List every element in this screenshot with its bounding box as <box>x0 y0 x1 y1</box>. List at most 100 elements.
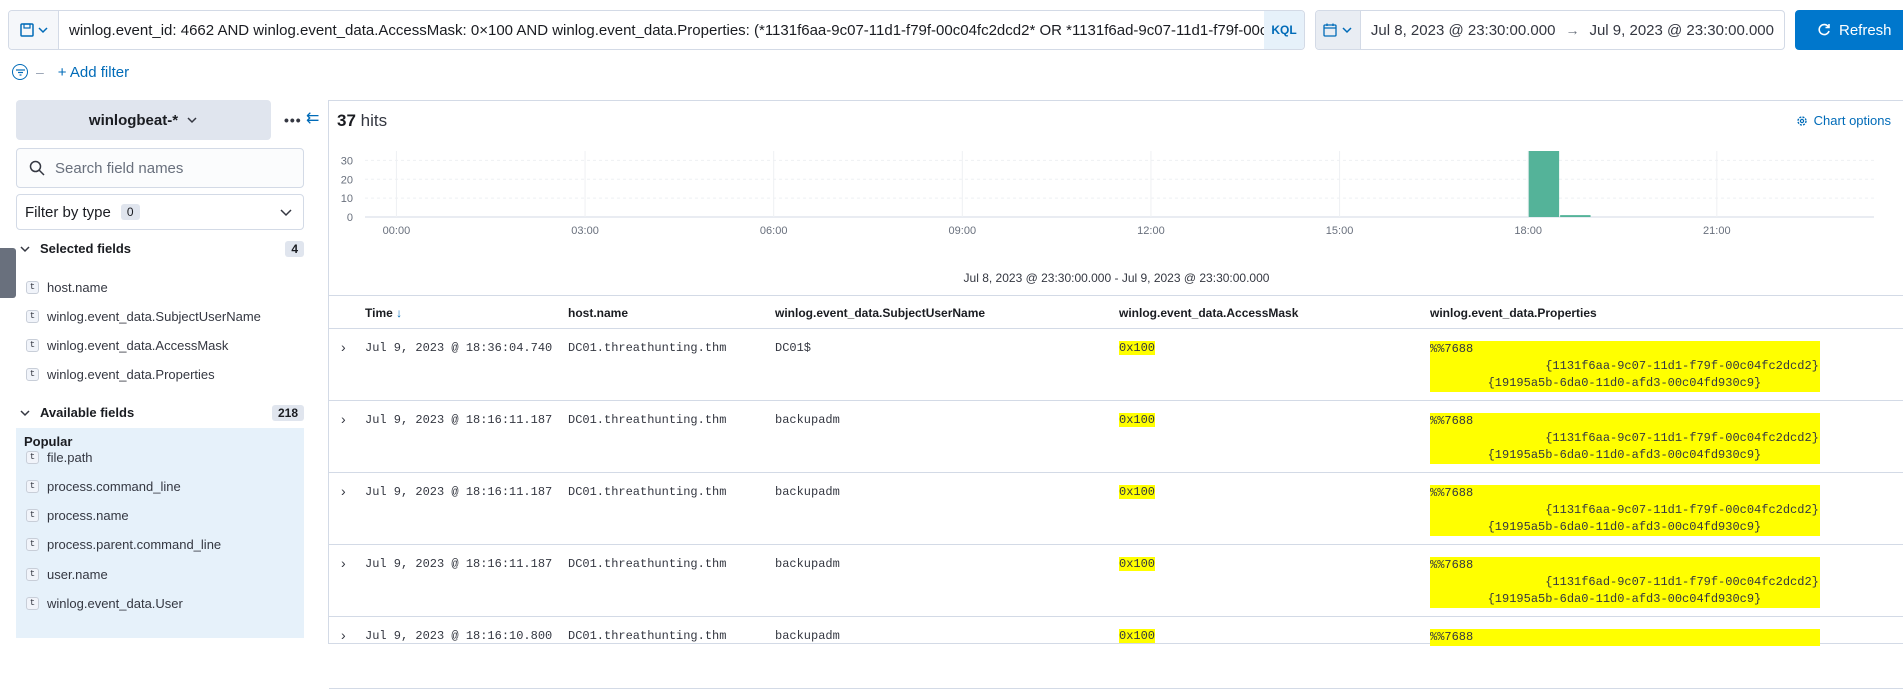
table-row[interactable]: › Jul 9, 2023 @ 18:16:10.800 DC01.threathu… <box>329 617 1903 689</box>
column-header-time[interactable]: Time ↓ <box>365 306 402 320</box>
collapse-sidebar-icon[interactable]: ⇇ <box>306 108 319 128</box>
table-row[interactable]: › Jul 9, 2023 @ 18:36:04.740 DC01.threathu… <box>329 329 1903 401</box>
selected-field-item[interactable]: t winlog.event_data.SubjectUserName <box>26 309 261 324</box>
table-row[interactable]: › Jul 9, 2023 @ 18:16:11.187 DC01.threathu… <box>329 473 1903 545</box>
chart-options-button[interactable]: Chart options <box>1796 113 1891 128</box>
search-icon <box>29 160 45 176</box>
cell-host: DC01.threathunting.thm <box>568 413 727 427</box>
expand-row-icon[interactable]: › <box>341 555 346 571</box>
popular-fields-section: Popular t file.path t process.command_line… <box>16 428 304 638</box>
refresh-icon <box>1818 23 1830 36</box>
y-tick-label: 20 <box>341 174 353 186</box>
histogram-interval-label: Jul 8, 2023 @ 23:30:00.000 - Jul 9, 2023… <box>963 271 1270 285</box>
index-pattern-selector[interactable]: winlogbeat-* <box>16 100 271 140</box>
y-tick-label: 10 <box>341 193 353 205</box>
saved-query-button[interactable] <box>9 11 59 49</box>
field-name: process.name <box>47 508 129 523</box>
cell-host: DC01.threathunting.thm <box>568 485 727 499</box>
kql-language-toggle[interactable]: KQL <box>1264 11 1304 49</box>
string-type-icon: t <box>26 281 39 294</box>
cell-properties: %%7688 {1131f6aa-9c07-11d1-f79f-00c04fc2… <box>1430 341 1820 392</box>
cell-access-mask: 0x100 <box>1119 629 1156 643</box>
cell-properties: %%7688 {1131f6aa-9c07-11d1-f79f-00c04fc2… <box>1430 485 1820 536</box>
field-name: user.name <box>47 567 108 582</box>
expand-row-icon[interactable]: › <box>341 627 346 643</box>
gear-icon <box>1796 115 1807 126</box>
filter-row: – + Add filter <box>12 62 129 82</box>
string-type-icon: t <box>26 310 39 323</box>
cell-access-mask: 0x100 <box>1119 557 1156 571</box>
chevron-down-icon <box>20 245 30 252</box>
add-filter-button[interactable]: + Add filter <box>58 64 129 81</box>
histogram-bar[interactable] <box>1560 215 1591 217</box>
cell-properties: %%7688 <box>1430 629 1820 646</box>
cell-subject-user: DC01$ <box>775 341 812 355</box>
table-row[interactable]: › Jul 9, 2023 @ 18:16:11.187 DC01.threathu… <box>329 545 1903 617</box>
expand-row-icon[interactable]: › <box>341 411 346 427</box>
chevron-down-icon <box>280 209 292 217</box>
table-row[interactable]: › Jul 9, 2023 @ 18:16:11.187 DC01.threathu… <box>329 401 1903 473</box>
expand-row-icon[interactable]: › <box>341 483 346 499</box>
filter-by-type-label: Filter by type <box>25 203 111 221</box>
separator: – <box>36 64 44 80</box>
string-type-icon: t <box>26 451 39 464</box>
cell-host: DC01.threathunting.thm <box>568 629 727 643</box>
sidebar-collapse-tab[interactable] <box>0 248 16 298</box>
index-pattern-name: winlogbeat-* <box>88 111 179 129</box>
x-tick-label: 18:00 <box>1514 225 1542 237</box>
save-icon <box>19 23 34 37</box>
column-header-properties[interactable]: winlog.event_data.Properties <box>1430 306 1597 320</box>
column-header-subject-user[interactable]: winlog.event_data.SubjectUserName <box>775 306 985 320</box>
cell-time: Jul 9, 2023 @ 18:16:10.800 <box>365 629 553 643</box>
y-tick-label: 30 <box>341 155 353 167</box>
expand-row-icon[interactable]: › <box>341 339 346 355</box>
filter-by-type-dropdown[interactable]: Filter by type 0 <box>16 194 304 230</box>
cell-host: DC01.threathunting.thm <box>568 341 727 355</box>
string-type-icon: t <box>26 509 39 522</box>
start-date[interactable]: Jul 8, 2023 @ 23:30:00.000 <box>1361 22 1566 39</box>
selected-field-item[interactable]: t host.name <box>26 280 108 295</box>
chevron-down-icon <box>37 27 48 34</box>
chevron-down-icon <box>20 409 30 416</box>
column-header-access-mask[interactable]: winlog.event_data.AccessMask <box>1119 306 1298 320</box>
field-name: host.name <box>47 280 108 295</box>
string-type-icon: t <box>26 339 39 352</box>
refresh-button[interactable]: Refresh <box>1795 10 1903 50</box>
x-tick-label: 03:00 <box>571 225 599 237</box>
popular-field-item[interactable]: t process.parent.command_line <box>26 537 221 552</box>
popular-field-item[interactable]: t process.command_line <box>26 479 181 494</box>
popular-field-item[interactable]: t user.name <box>26 567 108 582</box>
available-fields-header[interactable]: Available fields 218 <box>20 404 304 421</box>
field-name: file.path <box>47 450 93 465</box>
x-tick-label: 12:00 <box>1137 225 1165 237</box>
more-options-icon[interactable]: ••• <box>284 112 302 128</box>
popular-field-item[interactable]: t process.name <box>26 508 129 523</box>
cell-access-mask: 0x100 <box>1119 485 1156 499</box>
field-search-input[interactable]: Search field names <box>16 148 304 188</box>
field-name: winlog.event_data.User <box>47 596 183 611</box>
string-type-icon: t <box>26 480 39 493</box>
cell-subject-user: backupadm <box>775 557 840 571</box>
x-tick-label: 06:00 <box>760 225 788 237</box>
filter-menu-icon[interactable] <box>12 64 28 80</box>
selected-field-item[interactable]: t winlog.event_data.AccessMask <box>26 338 228 353</box>
available-count-badge: 218 <box>271 404 304 421</box>
column-header-host[interactable]: host.name <box>568 306 628 320</box>
string-type-icon: t <box>26 538 39 551</box>
quick-date-button[interactable] <box>1316 11 1361 49</box>
refresh-label: Refresh <box>1839 21 1892 39</box>
hits-label: hits <box>360 111 388 130</box>
selected-fields-header[interactable]: Selected fields 4 <box>20 240 304 257</box>
popular-field-item[interactable]: t file.path <box>26 450 93 465</box>
query-input[interactable]: winlog.event_id: 4662 AND winlog.event_d… <box>59 22 1264 39</box>
documents-table: Time ↓ host.name winlog.event_data.Subje… <box>329 295 1903 689</box>
field-name: process.parent.command_line <box>47 537 222 552</box>
arrow-right-icon: → <box>1565 22 1580 38</box>
histogram-bar[interactable] <box>1528 151 1560 217</box>
search-placeholder: Search field names <box>55 159 184 177</box>
chart-options-label: Chart options <box>1813 113 1891 128</box>
string-type-icon: t <box>26 568 39 581</box>
popular-field-item[interactable]: t winlog.event_data.User <box>26 596 183 611</box>
end-date[interactable]: Jul 9, 2023 @ 23:30:00.000 <box>1579 22 1784 39</box>
selected-field-item[interactable]: t winlog.event_data.Properties <box>26 367 215 382</box>
